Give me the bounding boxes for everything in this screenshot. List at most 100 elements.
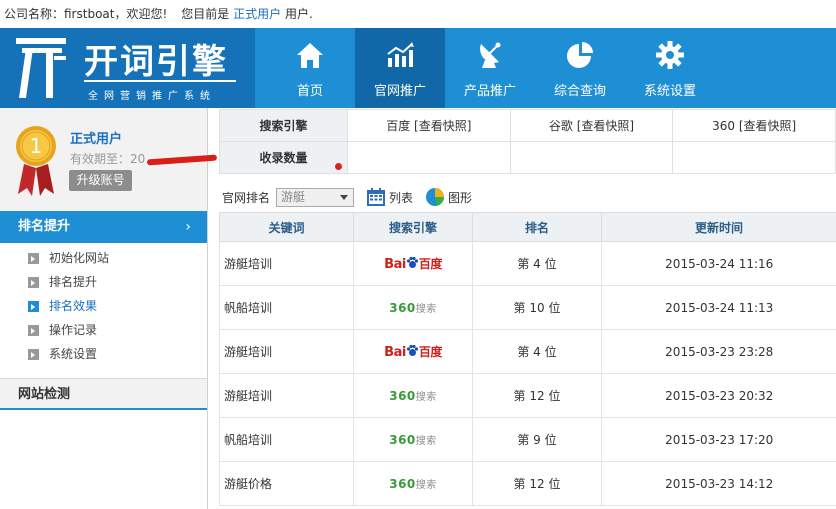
status-prefix: 您目前是 bbox=[181, 7, 230, 21]
nav-website-promotion-label: 官网推广 bbox=[373, 84, 426, 99]
nav-home-label: 首页 bbox=[296, 84, 323, 99]
nav-system-settings[interactable]: 系统设置 bbox=[625, 28, 715, 108]
results-body: 游艇培训 Bai 百度第 4 位 2015-03-24 11:16 帆船培训 360搜索第… bbox=[219, 241, 836, 506]
header: 开词引擎 全网营销推广系统 首页 官网推广 产品推广 综合查询 系统设置 bbox=[0, 28, 836, 108]
engine-cell: Bai 百度 bbox=[353, 329, 473, 374]
home-icon bbox=[297, 43, 323, 68]
section-rank-boost-label: 排名提升 bbox=[18, 219, 71, 234]
keyword-select[interactable]: 游艇 bbox=[276, 187, 355, 207]
top-info-bar: 公司名称：firstboat，欢迎您! 您目前是 正式用户 用户. bbox=[0, 0, 836, 28]
gear-icon bbox=[656, 41, 684, 69]
rank-cell: 第 4 位 bbox=[472, 329, 602, 374]
table-row: 游艇培训 360搜索 第 12 位 2015-03-23 20:32 bbox=[219, 373, 836, 418]
arrow-box-icon bbox=[28, 349, 39, 360]
pie-chart-icon bbox=[567, 42, 593, 68]
logo-area[interactable]: 开词引擎 全网营销推广系统 bbox=[0, 28, 255, 108]
sidebar-item-operation-log[interactable]: 操作记录 bbox=[0, 318, 207, 342]
profile-card: 1 正式用户 有效期至：20 升级账号 bbox=[0, 108, 218, 211]
col-keyword: 关键词 bbox=[219, 212, 354, 242]
time-cell: 2015-03-23 17:20 bbox=[601, 417, 836, 462]
table-row: 游艇培训 Bai 百度 第 4 位 2015-03-23 23:28 bbox=[219, 329, 836, 374]
chevron-right-icon: › bbox=[185, 219, 191, 235]
nav-comprehensive-query[interactable]: 综合查询 bbox=[535, 28, 625, 108]
engine-cell: 360搜索 bbox=[353, 461, 473, 506]
sidebar-item-system-settings[interactable]: 系统设置 bbox=[0, 342, 207, 366]
s360-logo: 360搜索 bbox=[389, 476, 437, 491]
nav-product-promotion-label: 产品推广 bbox=[463, 84, 516, 99]
sidebar-item-init-website[interactable]: 初始化网站 bbox=[0, 246, 207, 270]
time-cell: 2015-03-23 20:32 bbox=[601, 373, 836, 418]
list-view-label: 列表 bbox=[389, 190, 414, 205]
logo-title: 开词引擎 bbox=[84, 42, 228, 82]
user-type: 正式用户 bbox=[70, 132, 123, 147]
sidebar: 1 正式用户 有效期至：20 升级账号 排名提升 › 初始化网站 排名提升 排名… bbox=[0, 108, 218, 509]
pie-graph-icon bbox=[426, 188, 445, 206]
logo-icon bbox=[16, 38, 66, 98]
nav-website-promotion[interactable]: 官网推广 bbox=[355, 28, 445, 108]
section-rank-boost[interactable]: 排名提升 › bbox=[0, 211, 207, 243]
graph-view-label: 图形 bbox=[448, 190, 473, 205]
keyword-cell: 游艇价格 bbox=[219, 461, 354, 506]
user-type-link[interactable]: 正式用户 bbox=[233, 7, 281, 21]
status-suffix: 用户. bbox=[284, 7, 313, 21]
list-view-button[interactable]: 列表 bbox=[366, 187, 413, 207]
sidebar-item-label: 操作记录 bbox=[49, 323, 98, 337]
baidu-logo: Bai 百度 bbox=[384, 255, 442, 272]
index-count-row: 收录数量 bbox=[219, 141, 836, 174]
engine-360-snapshot[interactable]: 360 [查看快照] bbox=[672, 109, 836, 142]
nav-system-settings-label: 系统设置 bbox=[643, 84, 696, 99]
ranking-label: 官网排名 bbox=[222, 190, 271, 205]
nav-product-promotion[interactable]: 产品推广 bbox=[445, 28, 535, 108]
sidebar-item-rank-effect[interactable]: 排名效果 bbox=[0, 294, 207, 318]
arrow-box-icon bbox=[28, 301, 39, 312]
sidebar-item-rank-boost[interactable]: 排名提升 bbox=[0, 270, 207, 294]
baidu-logo-cn: 百度 bbox=[418, 257, 443, 271]
engine-summary-table: 搜索引擎 百度 [查看快照] 谷歌 [查看快照] 360 [查看快照] 收录数量 bbox=[219, 109, 836, 174]
redaction-mark bbox=[147, 154, 218, 165]
s360-logo-cn: 搜索 bbox=[415, 392, 437, 403]
nav-comprehensive-query-label: 综合查询 bbox=[553, 84, 606, 99]
sidebar-menu: 初始化网站 排名提升 排名效果 操作记录 系统设置 bbox=[0, 246, 207, 366]
graph-view-button[interactable]: 图形 bbox=[425, 187, 472, 207]
sidebar-item-label: 排名提升 bbox=[49, 275, 98, 289]
engine-google-snapshot[interactable]: 谷歌 [查看快照] bbox=[509, 109, 674, 142]
s360-logo-text: 360 bbox=[389, 301, 416, 315]
ranking-toolbar: 官网排名 游艇 列表 图形 bbox=[222, 187, 472, 207]
medal-number: 1 bbox=[30, 134, 43, 158]
table-row: 帆船培训 360搜索 第 9 位 2015-03-23 17:20 bbox=[219, 417, 836, 462]
arrow-box-icon bbox=[28, 277, 39, 288]
time-cell: 2015-03-23 14:12 bbox=[601, 461, 836, 506]
baidu-logo-text: Bai bbox=[384, 257, 406, 272]
upgrade-account-button[interactable]: 升级账号 bbox=[69, 170, 132, 191]
rank-cell: 第 12 位 bbox=[472, 373, 602, 418]
col-update-time: 更新时间 bbox=[601, 212, 836, 242]
rank-cell: 第 12 位 bbox=[472, 461, 602, 506]
logo-subtitle: 全网营销推广系统 bbox=[88, 91, 216, 102]
company-welcome-text: 公司名称：firstboat，欢迎您! bbox=[4, 7, 168, 21]
rank-cell: 第 4 位 bbox=[472, 241, 602, 286]
engine-cell: 360搜索 bbox=[353, 285, 473, 330]
s360-logo-text: 360 bbox=[389, 433, 416, 447]
time-cell: 2015-03-23 23:28 bbox=[601, 329, 836, 374]
engine-baidu-snapshot[interactable]: 百度 [查看快照] bbox=[347, 109, 511, 142]
baidu-logo-text: Bai bbox=[384, 345, 406, 360]
table-header-row: 关键词 搜索引擎 排名 更新时间 bbox=[219, 212, 836, 242]
section-website-check[interactable]: 网站检测 bbox=[0, 378, 207, 410]
expire-date: 有效期至：20 bbox=[70, 150, 218, 167]
arrow-box-icon bbox=[28, 253, 39, 264]
engine-cell: 360搜索 bbox=[353, 373, 473, 418]
index-count-header: 收录数量 bbox=[219, 141, 348, 174]
time-cell: 2015-03-24 11:16 bbox=[601, 241, 836, 286]
sidebar-item-label: 初始化网站 bbox=[49, 251, 110, 265]
engine-row: 搜索引擎 百度 [查看快照] 谷歌 [查看快照] 360 [查看快照] bbox=[219, 109, 836, 142]
baidu-logo-cn: 百度 bbox=[418, 345, 443, 359]
index-count-360 bbox=[672, 141, 836, 174]
paw-icon bbox=[406, 344, 418, 356]
baidu-logo: Bai 百度 bbox=[384, 343, 442, 360]
calendar-list-icon bbox=[367, 188, 386, 206]
engine-cell: 360搜索 bbox=[353, 417, 473, 462]
s360-logo-cn: 搜索 bbox=[415, 304, 437, 315]
keyword-select-value: 游艇 bbox=[281, 189, 306, 204]
rank-cell: 第 10 位 bbox=[472, 285, 602, 330]
nav-home[interactable]: 首页 bbox=[265, 28, 355, 108]
